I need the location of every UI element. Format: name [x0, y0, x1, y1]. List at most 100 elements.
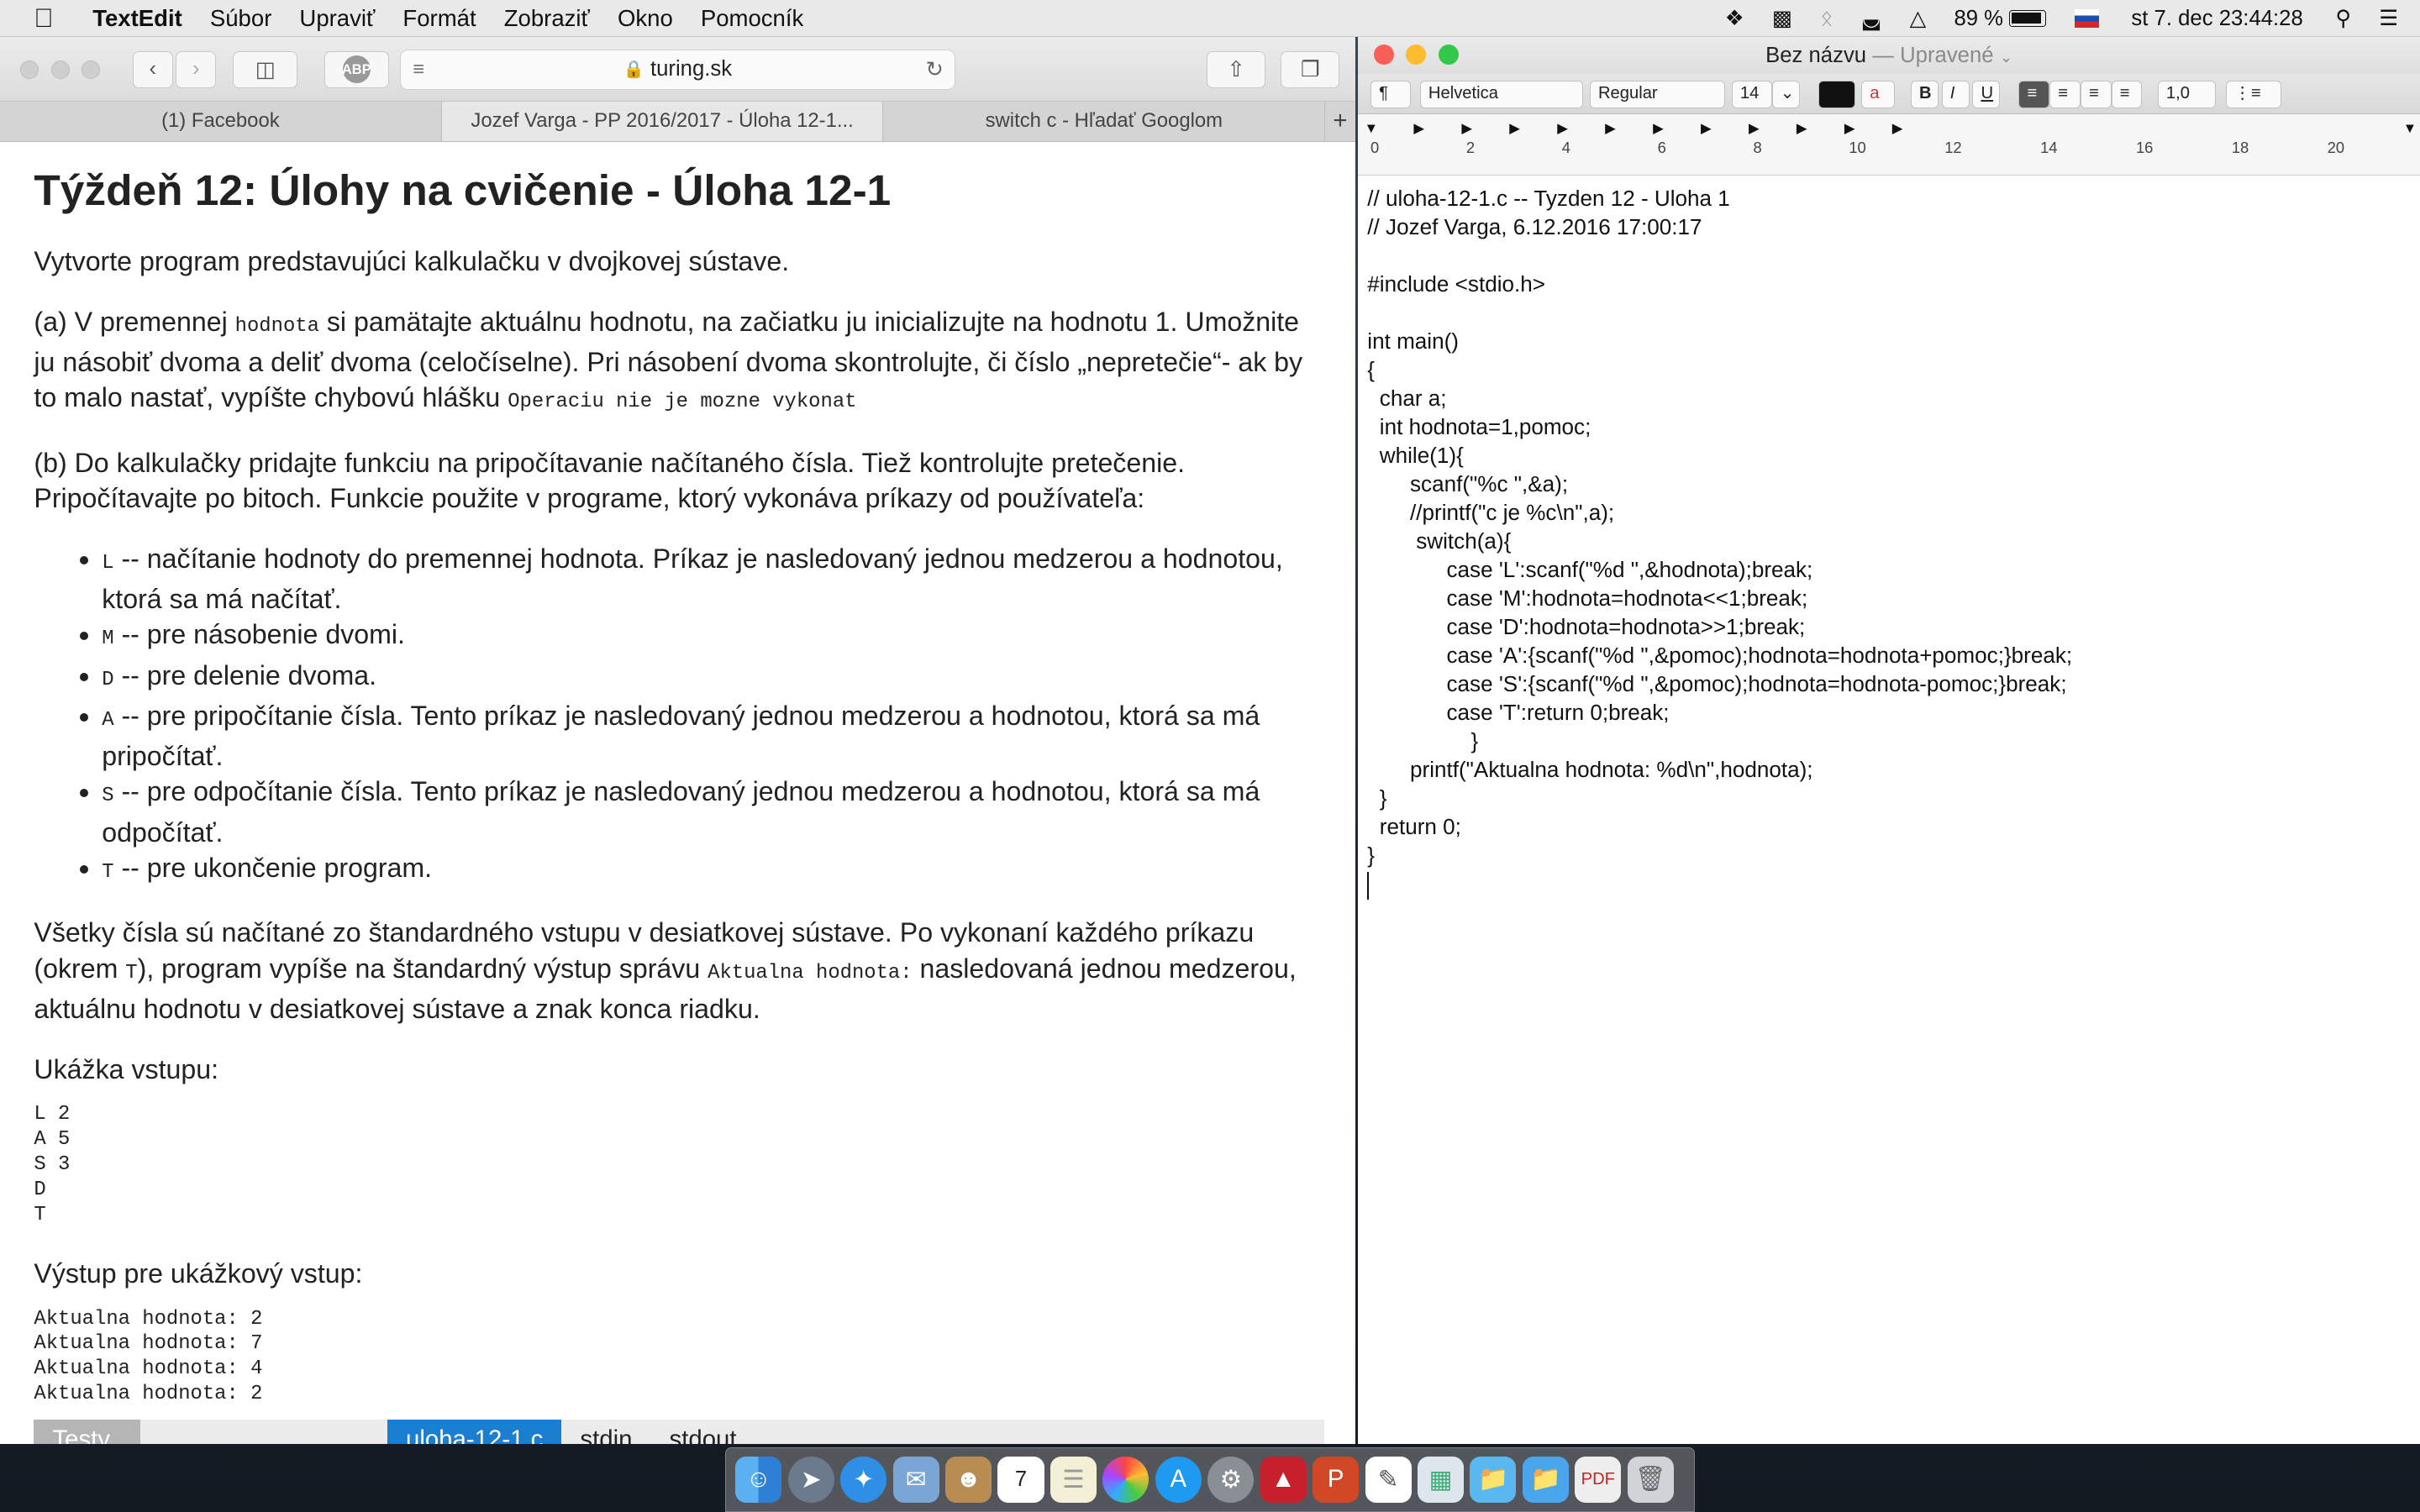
list-bullets-icon[interactable]: ⋮≡	[2225, 80, 2281, 108]
reload-icon[interactable]: ↻	[926, 57, 944, 82]
close-button[interactable]	[1373, 45, 1394, 66]
ruler-number: 18	[2231, 139, 2249, 157]
font-family-select[interactable]: Helvetica	[1419, 80, 1584, 108]
left-margin-marker-icon[interactable]: ▼	[1365, 120, 1378, 137]
mail-icon[interactable]: ✉	[892, 1456, 939, 1503]
adblock-button[interactable]: ABP	[324, 50, 389, 88]
editor-tabs: Testy uloha-12-1.c stdin stdout	[34, 1419, 1324, 1445]
menu-format[interactable]: Formát	[402, 5, 476, 32]
tabs-overview-icon[interactable]: ❐	[1281, 50, 1340, 88]
bluetooth-icon[interactable]: ᛟ	[1820, 7, 1833, 31]
tab-stop-icon[interactable]: ▶	[1461, 120, 1472, 137]
tab-stop-icon[interactable]: ▶	[1844, 120, 1855, 137]
chevron-down-icon[interactable]: ⌄	[2000, 48, 2012, 66]
menu-edit[interactable]: Upraviť	[299, 5, 375, 32]
airplay-icon[interactable]: △	[1910, 6, 1927, 31]
forward-button[interactable]: ›	[176, 50, 217, 88]
menu-app-name[interactable]: TextEdit	[92, 5, 182, 32]
command-code: D	[102, 668, 114, 691]
input-source-flag-icon[interactable]	[2074, 9, 2099, 29]
address-bar[interactable]: ≡ 🔒 turing.sk ↻	[399, 49, 955, 90]
powerpoint-icon[interactable]: P	[1313, 1456, 1360, 1503]
intro-paragraph: Vytvorte program predstavujúci kalkulačk…	[34, 246, 790, 277]
menu-help[interactable]: Pomocník	[701, 5, 803, 32]
share-icon[interactable]: ⇧	[1207, 50, 1266, 88]
align-left-icon[interactable]: ≡	[2018, 80, 2050, 108]
line-spacing-select[interactable]: 1,0	[2157, 80, 2217, 108]
zoom-button[interactable]	[82, 60, 101, 79]
minimize-button[interactable]	[50, 60, 70, 79]
clock[interactable]: st 7. dec 23:44:28	[2131, 7, 2302, 31]
paragraph-styles-button[interactable]: ¶	[1370, 80, 1411, 108]
tab-facebook[interactable]: (1) Facebook	[0, 102, 442, 141]
web-page-content: Týždeň 12: Úlohy na cvičenie - Úloha 12-…	[0, 142, 1355, 1444]
source-file-tab[interactable]: uloha-12-1.c	[387, 1419, 562, 1445]
minimize-button[interactable]	[1406, 45, 1427, 66]
dropbox-icon[interactable]: ❖	[1725, 6, 1744, 31]
tab-stop-icon[interactable]: ▶	[1797, 120, 1807, 137]
launchpad-icon[interactable]: ➤	[787, 1456, 834, 1503]
font-style-select[interactable]: Regular	[1589, 80, 1726, 108]
tab-stop-icon[interactable]: ▶	[1653, 120, 1664, 137]
menu-view[interactable]: Zobraziť	[504, 5, 590, 32]
italic-button[interactable]: I	[1941, 80, 1970, 108]
right-margin-marker-icon[interactable]: ▼	[2403, 120, 2417, 137]
bold-button[interactable]: B	[1910, 80, 1939, 108]
preview-icon[interactable]: ▦	[1417, 1456, 1465, 1503]
spotlight-icon[interactable]: ⚲	[2335, 6, 2351, 31]
document-text: // uloha-12-1.c -- Tyzden 12 - Uloha 1 /…	[1367, 186, 2073, 869]
document-text-area[interactable]: // uloha-12-1.c -- Tyzden 12 - Uloha 1 /…	[1358, 176, 2420, 908]
tab-stop-icon[interactable]: ▶	[1749, 120, 1760, 137]
stdin-tab[interactable]: stdin	[561, 1420, 650, 1444]
text-color-button[interactable]	[1818, 80, 1855, 108]
document-title: Bez názvu	[1765, 44, 1867, 68]
battery-icon	[2009, 9, 2047, 28]
tab-stop-icon[interactable]: ▶	[1701, 120, 1712, 137]
notification-center-icon[interactable]: ☰	[2379, 6, 2398, 31]
safari-icon[interactable]: ✦	[840, 1456, 887, 1503]
battery-indicator[interactable]: 89 %	[1954, 7, 2047, 31]
textedit-icon[interactable]: ✎	[1365, 1456, 1412, 1503]
tab-task[interactable]: Jozef Varga - PP 2016/2017 - Úloha 12-1.…	[441, 102, 884, 141]
folder-icon[interactable]: 📁	[1470, 1456, 1517, 1503]
tab-stop-icon[interactable]: ▶	[1605, 120, 1616, 137]
photos-icon[interactable]	[1102, 1456, 1150, 1503]
display-icon[interactable]: ▩	[1772, 6, 1792, 31]
edited-status[interactable]: — Upravené	[1872, 44, 1993, 67]
tab-stop-icon[interactable]: ▶	[1557, 120, 1568, 137]
close-button[interactable]	[19, 60, 39, 79]
menu-file[interactable]: Súbor	[210, 5, 272, 32]
trash-icon[interactable]: 🗑	[1627, 1456, 1674, 1503]
wifi-icon[interactable]: ◛	[1861, 6, 1882, 31]
tab-stop-icon[interactable]: ▶	[1509, 120, 1520, 137]
align-right-icon[interactable]: ≡	[2080, 80, 2112, 108]
stdout-tab[interactable]: stdout	[650, 1420, 755, 1444]
justify-icon[interactable]: ≡	[2111, 80, 2143, 108]
tab-google-search[interactable]: switch c - Hľadať Googlom	[883, 102, 1326, 141]
menu-window[interactable]: Okno	[618, 5, 673, 32]
zoom-button[interactable]	[1438, 45, 1459, 66]
ruler[interactable]: ▼ ▶ ▶ ▶ ▶ ▶ ▶ ▶ ▶ ▶ ▶ ▶ ▼ 0 2 4 6 8 10 1…	[1358, 113, 2420, 176]
highlight-color-button[interactable]: a	[1861, 80, 1896, 108]
align-center-icon[interactable]: ≡	[2049, 80, 2081, 108]
sidebar-icon[interactable]: ◫	[233, 50, 298, 88]
app-store-icon[interactable]: A	[1155, 1456, 1202, 1503]
tests-tab[interactable]: Testy	[34, 1419, 141, 1445]
finder-icon[interactable]: ☺	[735, 1456, 782, 1503]
font-size-field[interactable]: 14	[1731, 80, 1772, 108]
reader-icon[interactable]: ≡	[413, 58, 424, 81]
new-tab-button[interactable]: +	[1325, 102, 1355, 141]
system-preferences-icon[interactable]: ⚙	[1207, 1456, 1255, 1503]
downloads-icon[interactable]: 📁	[1522, 1456, 1569, 1503]
underline-button[interactable]: U	[1972, 80, 2001, 108]
contacts-icon[interactable]: ☻	[945, 1456, 992, 1503]
notes-icon[interactable]: ☰	[1050, 1456, 1097, 1503]
tab-stop-icon[interactable]: ▶	[1892, 120, 1903, 137]
tab-stop-icon[interactable]: ▶	[1413, 120, 1424, 137]
calendar-icon[interactable]: 7	[997, 1456, 1044, 1503]
back-button[interactable]: ‹	[132, 50, 173, 88]
font-size-chevron-icon[interactable]: ⌄	[1771, 80, 1800, 108]
pdf-icon[interactable]: PDF	[1575, 1456, 1622, 1503]
apple-menu-icon[interactable]: 	[34, 3, 67, 34]
autocad-icon[interactable]: ▲	[1260, 1456, 1307, 1503]
